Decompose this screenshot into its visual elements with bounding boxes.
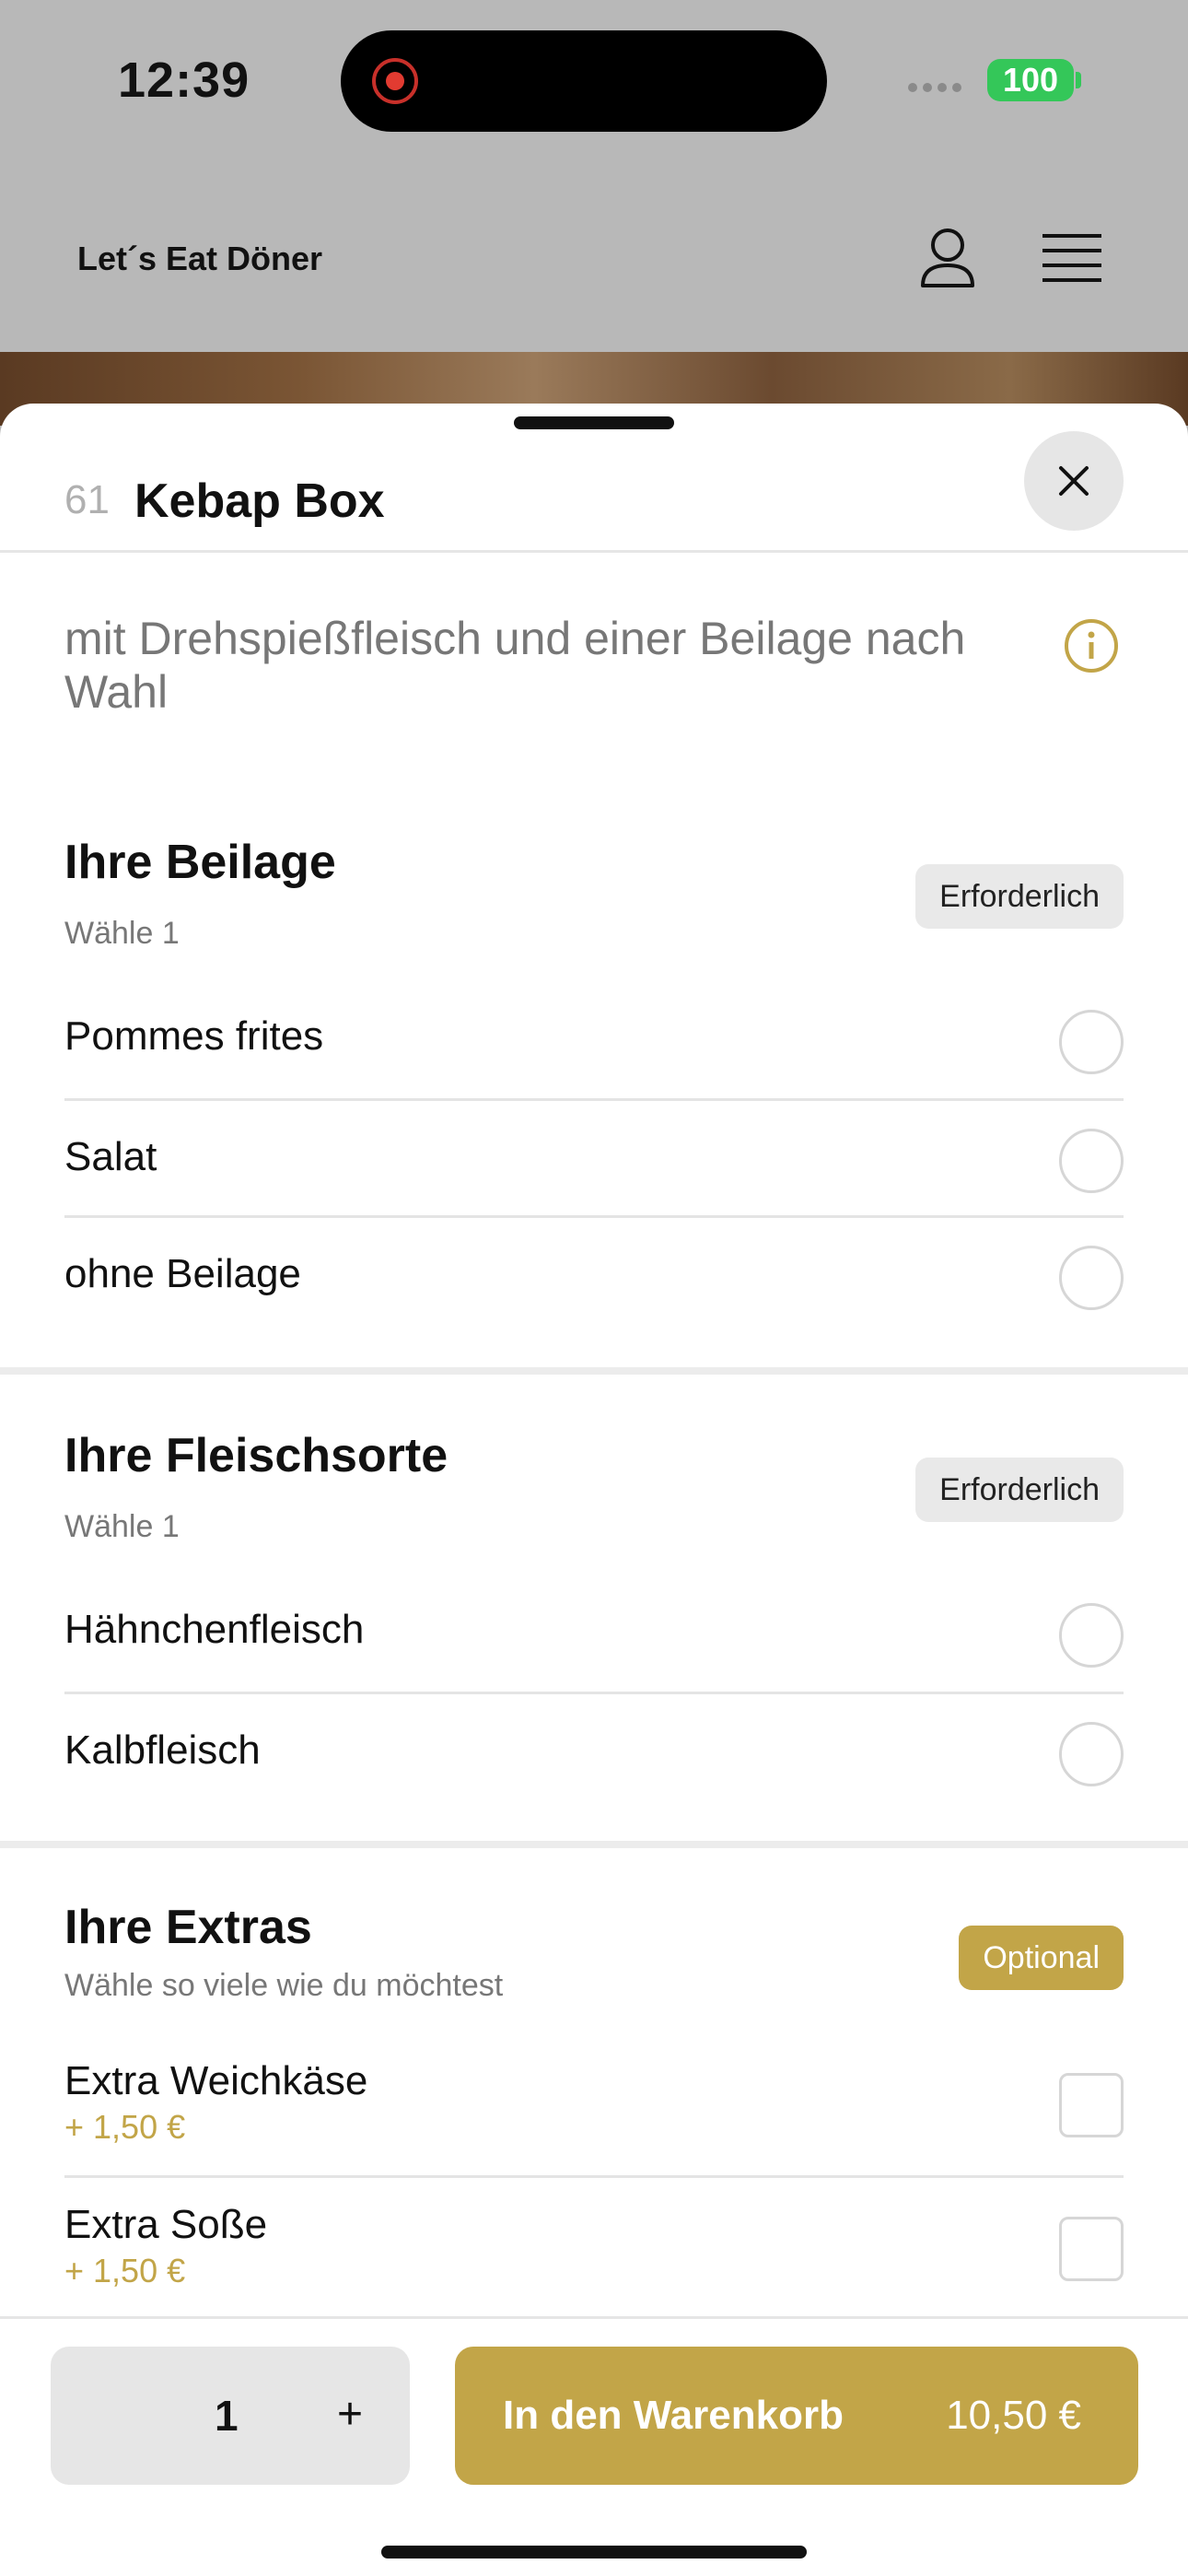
option-label: Extra Soße [64, 2202, 268, 2247]
option-row[interactable]: Kalbfleisch [64, 1694, 1124, 1811]
optional-badge: Optional [959, 1926, 1124, 1990]
option-label: Hähnchenfleisch [64, 1607, 365, 1652]
section-divider [0, 1367, 1188, 1375]
brand-name[interactable]: Let´s Eat Döner [77, 240, 322, 278]
radio-button[interactable] [1059, 1010, 1124, 1074]
status-bar: 12:39 100 [0, 0, 1188, 166]
app-header: Let´s Eat Döner [0, 166, 1188, 352]
radio-button[interactable] [1059, 1603, 1124, 1668]
home-indicator[interactable] [381, 2546, 807, 2558]
radio-button[interactable] [1059, 1722, 1124, 1786]
section-divider [0, 1841, 1188, 1848]
add-to-cart-button[interactable]: In den Warenkorb 10,50 € [455, 2347, 1138, 2485]
recording-indicator-icon [372, 58, 418, 104]
section-subtitle: Wähle 1 [64, 1509, 180, 1544]
item-number: 61 [64, 477, 110, 522]
option-label: ohne Beilage [64, 1251, 301, 1296]
cart-footer: 1 + In den Warenkorb 10,50 € [0, 2316, 1188, 2576]
status-time: 12:39 [118, 53, 250, 108]
section-title: Ihre Extras [64, 1901, 312, 1954]
option-label: Extra Weichkäse [64, 2058, 368, 2103]
sheet-grabber[interactable] [514, 416, 674, 429]
menu-icon[interactable] [1042, 234, 1101, 282]
info-icon[interactable] [1063, 617, 1120, 674]
close-icon [1059, 466, 1089, 496]
add-to-cart-label: In den Warenkorb [503, 2393, 844, 2438]
user-icon[interactable] [917, 225, 978, 289]
checkbox[interactable] [1059, 2217, 1124, 2281]
close-button[interactable] [1024, 431, 1124, 531]
option-label: Salat [64, 1134, 157, 1179]
option-row[interactable]: Hähnchenfleisch [64, 1577, 1124, 1694]
total-price: 10,50 € [946, 2393, 1081, 2438]
product-sheet: 61 Kebap Box mit Drehspießfleisch und ei… [0, 404, 1188, 2576]
option-price: + 1,50 € [64, 2252, 186, 2289]
option-row[interactable]: Extra Soße + 1,50 € [64, 2178, 1124, 2322]
option-row[interactable]: Pommes frites [64, 984, 1124, 1101]
section-subtitle: Wähle 1 [64, 916, 180, 951]
option-label: Kalbfleisch [64, 1727, 261, 1773]
section-title: Ihre Beilage [64, 836, 336, 889]
item-title: Kebap Box [134, 474, 385, 528]
section-subtitle: Wähle so viele wie du möchtest [64, 1968, 504, 2003]
quantity-stepper[interactable]: 1 + [51, 2347, 410, 2485]
radio-button[interactable] [1059, 1246, 1124, 1310]
option-label: Pommes frites [64, 1013, 324, 1059]
section-title: Ihre Fleischsorte [64, 1429, 448, 1482]
battery-tip [1076, 72, 1081, 88]
option-price: + 1,50 € [64, 2108, 186, 2146]
quantity-increase-button[interactable]: + [327, 2389, 373, 2440]
quantity-value: 1 [215, 2392, 239, 2440]
cellular-signal-icon [908, 83, 961, 92]
checkbox[interactable] [1059, 2073, 1124, 2137]
sheet-header: 61 Kebap Box [0, 431, 1188, 553]
option-row[interactable]: ohne Beilage [64, 1218, 1124, 1335]
radio-button[interactable] [1059, 1129, 1124, 1193]
dynamic-island [341, 30, 827, 132]
option-row[interactable]: Salat [64, 1101, 1124, 1218]
item-description: mit Drehspießfleisch und einer Beilage n… [64, 613, 966, 718]
required-badge: Erforderlich [915, 1458, 1124, 1522]
required-badge: Erforderlich [915, 864, 1124, 929]
option-row[interactable]: Extra Weichkäse + 1,50 € [64, 2034, 1124, 2178]
battery-icon: 100 [987, 59, 1074, 101]
